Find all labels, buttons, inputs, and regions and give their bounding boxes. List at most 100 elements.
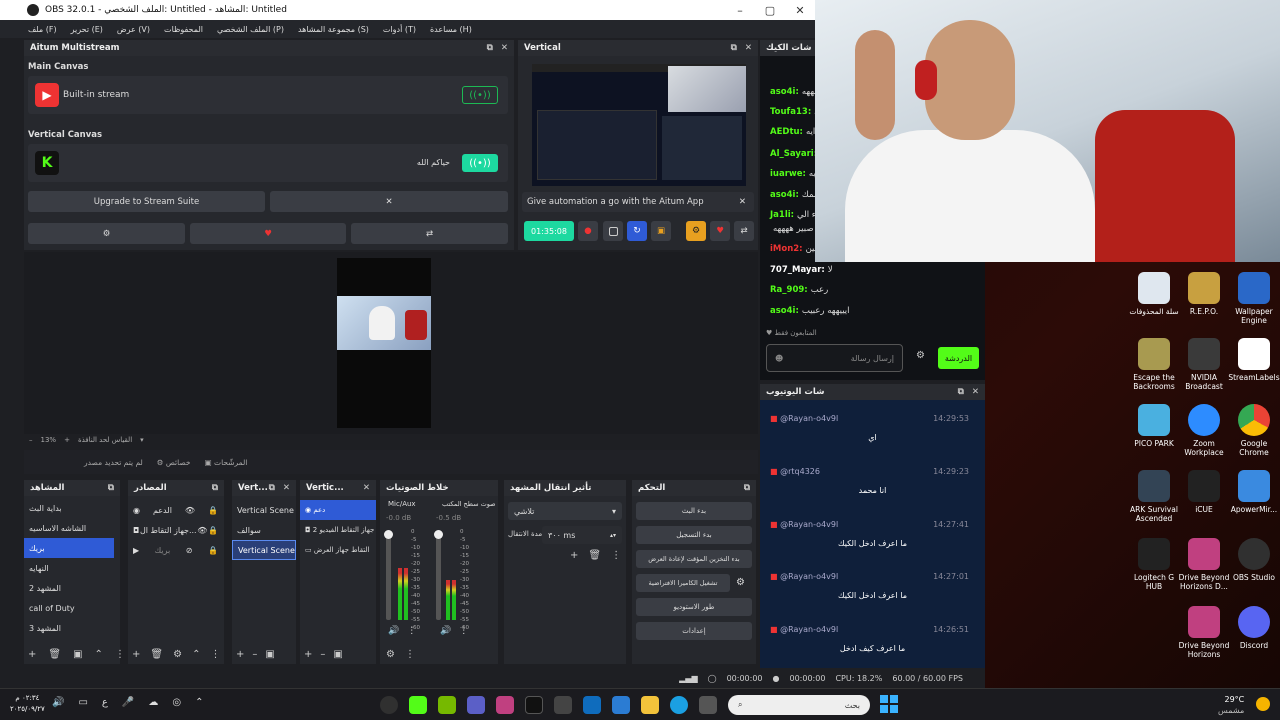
desktop-icon-apowermirror[interactable]: ApowerMir... bbox=[1228, 470, 1280, 514]
edge-taskbar-icon[interactable] bbox=[670, 696, 688, 714]
more-icon[interactable]: ⋮ bbox=[405, 649, 415, 660]
zoom-in-button[interactable]: + bbox=[64, 436, 70, 444]
task-view-taskbar-icon[interactable] bbox=[699, 696, 717, 714]
mic-volume-slider[interactable] bbox=[384, 530, 393, 620]
menu-docks[interactable]: المحفوظات bbox=[164, 25, 203, 34]
speaker-icon[interactable]: 🔊 bbox=[440, 626, 451, 636]
close-icon[interactable]: ✕ bbox=[739, 197, 746, 207]
chevron-down-icon[interactable]: ▾ bbox=[140, 436, 144, 444]
close-button[interactable]: ✕ bbox=[785, 4, 815, 17]
kick-taskbar-icon[interactable] bbox=[409, 696, 427, 714]
vertical-scene-item-selected[interactable]: Vertical Scene bbox=[232, 540, 296, 560]
start-recording-button[interactable]: بدء التسجيل bbox=[636, 526, 752, 544]
add-icon[interactable]: + bbox=[236, 649, 244, 660]
upgrade-button[interactable]: Upgrade to Stream Suite bbox=[28, 191, 265, 212]
float-icon[interactable]: ⧉ bbox=[731, 43, 737, 53]
duration-input[interactable]: ٣٠٠ ms ▴▾ bbox=[542, 526, 622, 544]
desktop-icon-logitech[interactable]: Logitech G HUB bbox=[1128, 538, 1180, 592]
drive-beyond-taskbar-icon[interactable] bbox=[496, 696, 514, 714]
desktop-icon-wallpaper-engine[interactable]: Wallpaper Engine bbox=[1228, 272, 1280, 326]
add-icon[interactable]: + bbox=[28, 649, 36, 660]
lock-icon[interactable]: 🔒 bbox=[208, 506, 218, 515]
eye-hidden-icon[interactable]: ⊘ bbox=[186, 546, 193, 555]
desktop-icon-icue[interactable]: iCUE bbox=[1178, 470, 1230, 514]
desktop-icon-discord[interactable]: Discord bbox=[1228, 606, 1280, 650]
aitum-link-button[interactable]: ⇄ bbox=[351, 223, 508, 244]
aitum-settings-button[interactable]: ⚙ bbox=[28, 223, 185, 244]
scene-item[interactable]: المشهد 3 bbox=[24, 618, 114, 638]
source-item[interactable]: ◘ جهاز التقاط ال... 👁 🔒 bbox=[128, 520, 224, 540]
float-icon[interactable]: ⧉ bbox=[269, 483, 275, 493]
filter-icon[interactable]: ▣ bbox=[265, 649, 274, 660]
taskbar-clock[interactable]: ٠٢:٣٤ م ٢٠٢٥/٠٩/٢٧ bbox=[10, 693, 45, 715]
desktop-icon-streamlabels[interactable]: StreamLabels bbox=[1228, 338, 1280, 382]
desktop-icon-pico-park[interactable]: PICO PARK bbox=[1128, 404, 1180, 448]
desktop-icon-drive-beyond-d[interactable]: Drive Beyond Horizons D... bbox=[1178, 538, 1230, 592]
slider-handle[interactable] bbox=[384, 530, 393, 539]
start-replay-buffer-button[interactable]: بدء التخزين المؤقت لإعادة العرض bbox=[636, 550, 752, 568]
float-icon[interactable]: ⧉ bbox=[744, 483, 750, 493]
filter-icon[interactable]: ▣ bbox=[73, 649, 82, 660]
chat-username[interactable]: Ja1li: bbox=[770, 210, 794, 220]
app-taskbar-icon[interactable] bbox=[554, 696, 572, 714]
menu-scene-collection[interactable]: مجموعة المشاهد (S) bbox=[298, 25, 369, 34]
vertical-stream-timer[interactable]: 01:35:08 bbox=[524, 221, 574, 241]
more-icon[interactable]: ⋮ bbox=[459, 626, 468, 636]
lock-icon[interactable]: 🔒 bbox=[208, 546, 218, 555]
trash-icon[interactable]: 🗑 bbox=[588, 550, 601, 561]
menu-edit[interactable]: تحرير (E) bbox=[71, 25, 103, 34]
studio-mode-button[interactable]: طور الاستوديو bbox=[636, 598, 752, 616]
vertical-scene-item[interactable]: Vertical Scene bbox=[232, 500, 296, 520]
chat-username[interactable]: aso4i: bbox=[770, 190, 799, 200]
start-button[interactable] bbox=[880, 695, 898, 713]
remove-icon[interactable]: – bbox=[320, 649, 325, 660]
properties-button[interactable]: ⚙ خصائص bbox=[157, 458, 191, 467]
desktop-icon-ark[interactable]: ARK Survival Ascended bbox=[1128, 470, 1180, 524]
float-icon[interactable]: ⧉ bbox=[212, 483, 218, 493]
network-icon[interactable]: ▭ bbox=[78, 697, 87, 708]
tray-app-icon[interactable]: ◎ bbox=[172, 697, 181, 708]
stream-toggle-main[interactable]: ((•)) bbox=[462, 86, 498, 104]
source-item[interactable]: ◉ الدعم 👁 🔒 bbox=[128, 500, 224, 520]
obs-taskbar-icon[interactable] bbox=[380, 696, 398, 714]
start-virtual-camera-button[interactable]: تشغيل الكاميرا الافتراضية bbox=[636, 574, 730, 592]
scene-item[interactable]: النهايه bbox=[24, 558, 114, 578]
desktop-icon-nvidia-broadcast[interactable]: NVIDIA Broadcast bbox=[1178, 338, 1230, 392]
kick-send-message-input[interactable]: ☻ إرسال رسالة bbox=[766, 344, 903, 372]
outlook-taskbar-icon[interactable] bbox=[583, 696, 601, 714]
filter-icon[interactable]: ▣ bbox=[333, 649, 342, 660]
minimize-button[interactable]: – bbox=[725, 4, 755, 17]
scene-item[interactable]: المشهد 2 bbox=[24, 578, 114, 598]
close-icon[interactable]: ✕ bbox=[972, 387, 979, 397]
gear-icon[interactable]: ⚙ bbox=[736, 577, 745, 588]
tiktok-taskbar-icon[interactable] bbox=[525, 696, 543, 714]
kick-chat-button[interactable]: الدردشة bbox=[938, 347, 979, 369]
scene-item[interactable]: call of Duty bbox=[24, 598, 114, 618]
vertical-settings-button[interactable]: ⚙ bbox=[686, 221, 706, 241]
chevron-up-icon[interactable]: ⌃ bbox=[95, 649, 103, 660]
vertical-source-item-selected[interactable]: ◉ دعم bbox=[300, 500, 376, 520]
eye-icon[interactable]: 👁 bbox=[197, 526, 207, 535]
chat-username[interactable]: 707_Mayar: bbox=[770, 265, 825, 275]
chat-username[interactable]: aso4i: bbox=[770, 306, 799, 316]
float-icon[interactable]: ⧉ bbox=[487, 43, 493, 53]
zoom-out-button[interactable]: – bbox=[29, 436, 33, 444]
volume-icon[interactable]: 🔊 bbox=[52, 697, 64, 708]
replay-buffer-button[interactable]: ↻ bbox=[627, 221, 647, 241]
maximize-button[interactable]: ▢ bbox=[755, 4, 785, 17]
close-icon[interactable]: ✕ bbox=[363, 483, 370, 493]
fit-label[interactable]: القياس لحد النافذة bbox=[78, 436, 132, 444]
settings-button[interactable]: إعدادات bbox=[636, 622, 752, 640]
add-icon[interactable]: + bbox=[570, 550, 578, 561]
chat-username[interactable]: iuarwe: bbox=[770, 169, 806, 179]
trash-icon[interactable]: 🗑 bbox=[48, 649, 61, 660]
remove-icon[interactable]: – bbox=[252, 649, 257, 660]
menu-profile[interactable]: الملف الشخصي (P) bbox=[217, 25, 284, 34]
close-icon[interactable]: ✕ bbox=[283, 483, 290, 493]
store-taskbar-icon[interactable] bbox=[612, 696, 630, 714]
emoji-icon[interactable]: ☻ bbox=[775, 354, 783, 363]
stream-toggle-vertical[interactable]: ((•)) bbox=[462, 154, 498, 172]
gear-icon[interactable]: ⚙ bbox=[916, 350, 925, 361]
speaker-icon[interactable]: 🔊 bbox=[388, 626, 399, 636]
lock-icon[interactable]: 🔒 bbox=[208, 526, 218, 535]
